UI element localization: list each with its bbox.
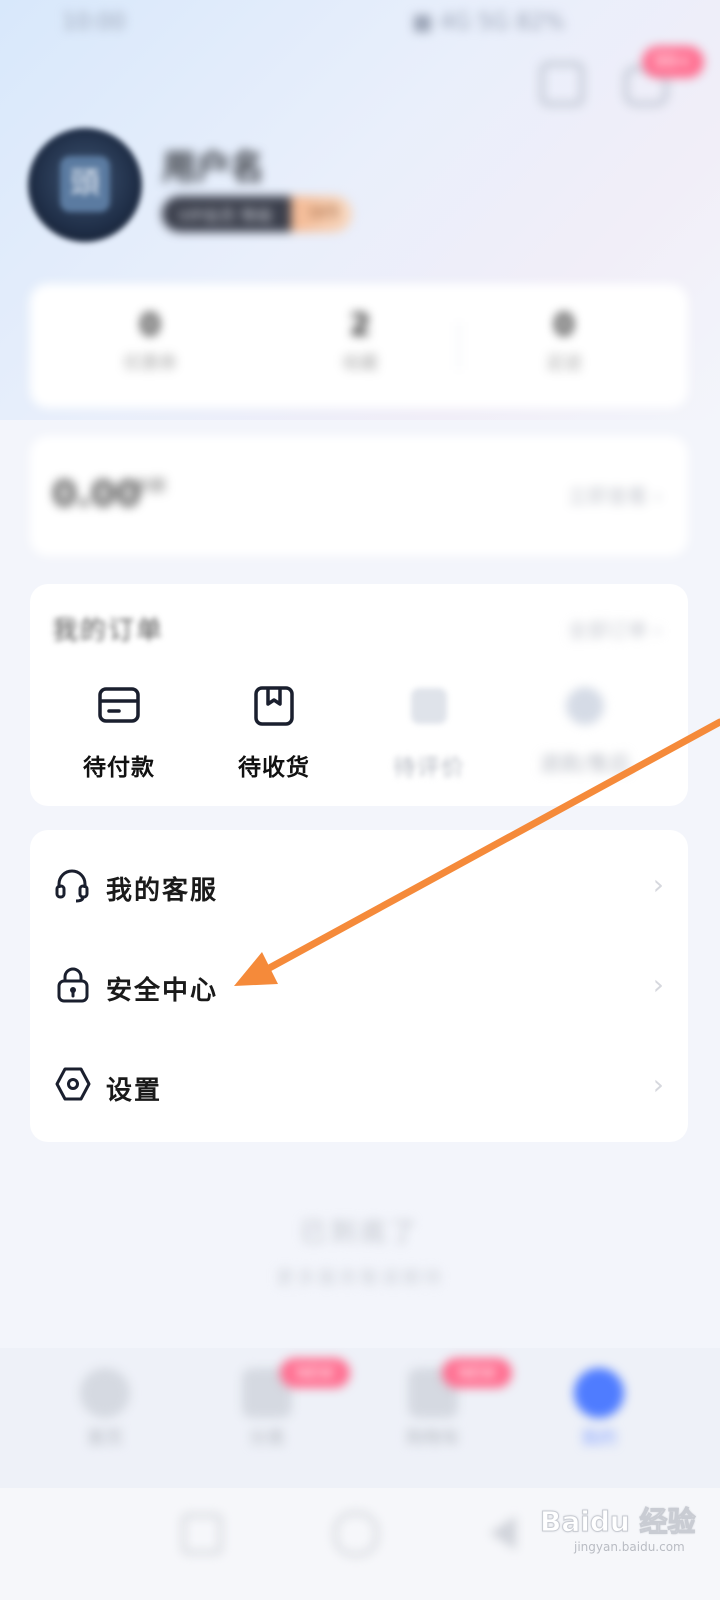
nav-home[interactable]: 首页 <box>70 1368 140 1450</box>
profile-icon <box>574 1368 624 1418</box>
nav-label: 分类 <box>249 1428 285 1449</box>
recent-apps-icon[interactable] <box>182 1514 222 1554</box>
footer-line-2: 更多服务敬请期待 <box>276 1268 444 1289</box>
home-icon <box>80 1368 130 1418</box>
nav-label: 购物车 <box>406 1428 460 1449</box>
nav-badge: NEW <box>442 1358 512 1388</box>
back-icon[interactable] <box>490 1516 516 1550</box>
nav-badge: NEW <box>280 1358 350 1388</box>
bottom-nav: 首页 分类 NEW 购物车 NEW 我的 <box>0 1348 720 1488</box>
watermark-url: jingyan.baidu.com <box>574 1540 685 1554</box>
baidu-watermark: Baidu 经验 <box>540 1505 697 1539</box>
home-button-icon[interactable] <box>334 1512 378 1556</box>
nav-label: 我的 <box>581 1428 617 1449</box>
nav-label: 首页 <box>87 1428 123 1449</box>
footer-line-1: 已到底了 <box>299 1218 420 1248</box>
nav-profile[interactable]: 我的 <box>564 1368 634 1450</box>
